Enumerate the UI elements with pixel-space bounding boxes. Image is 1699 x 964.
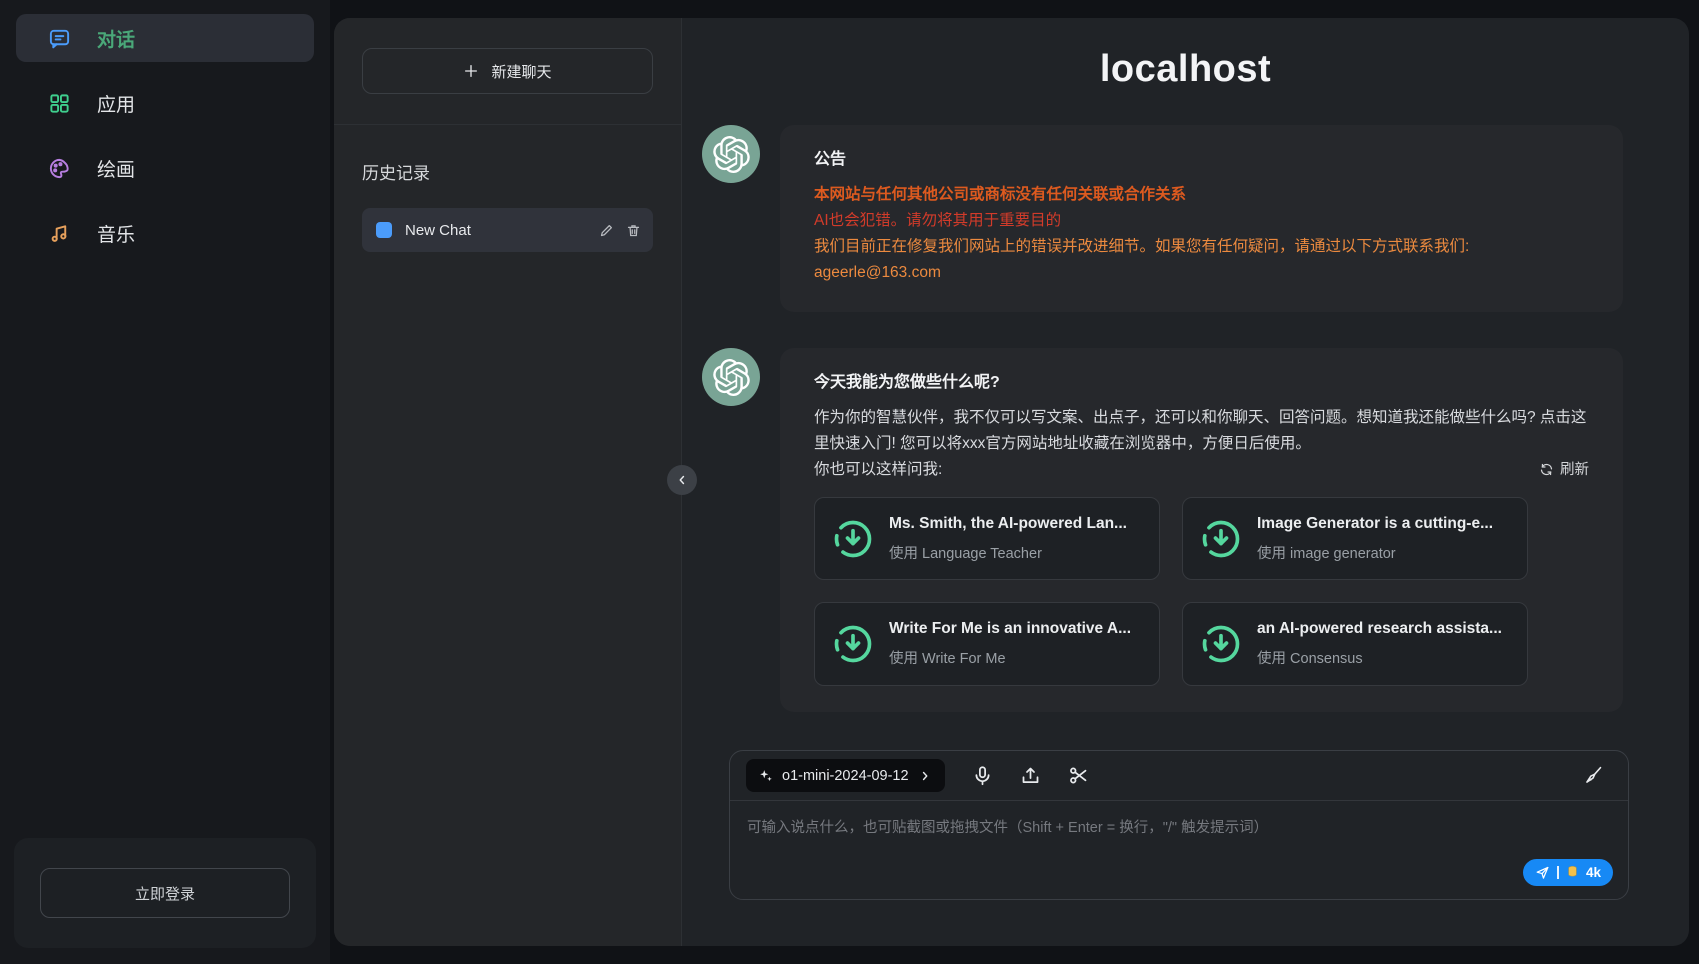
announcement-line-3: 我们目前正在修复我们网站上的错误并改进细节。如果您有任何疑问，请通过以下方式联系… — [814, 234, 1589, 260]
suggestion-card[interactable]: Write For Me is an innovative A... 使用 Wr… — [814, 602, 1160, 685]
page-title: localhost — [1100, 48, 1271, 90]
contact-email-link[interactable]: ageerle@163.com — [814, 260, 941, 286]
refresh-button[interactable]: 刷新 — [1539, 458, 1589, 482]
card-subtitle: 使用 Consensus — [1257, 647, 1502, 671]
token-count: 4k — [1586, 865, 1601, 880]
send-button[interactable]: 4k — [1523, 859, 1613, 886]
scissors-icon — [1068, 765, 1089, 786]
message-announcement: 公告 本网站与任何其他公司或商标没有任何关联或合作关系 AI也会犯错。请勿将其用… — [702, 125, 1623, 312]
refresh-label: 刷新 — [1560, 458, 1589, 482]
chevron-right-icon — [918, 769, 932, 783]
sidebar-item-music[interactable]: 音乐 — [16, 209, 314, 257]
conversation-actions — [599, 223, 641, 238]
suggestion-grid: Ms. Smith, the AI-powered Lan... 使用 Lang… — [814, 497, 1589, 686]
announcement-line-2: AI也会犯错。请勿将其用于重要目的 — [814, 208, 1589, 234]
suggestion-card[interactable]: an AI-powered research assista... 使用 Con… — [1182, 602, 1528, 685]
chat-icon — [48, 27, 71, 50]
palette-icon — [48, 157, 71, 180]
history-title: 历史记录 — [362, 159, 653, 184]
login-button[interactable]: 立即登录 — [40, 868, 290, 918]
card-texts: Image Generator is a cutting-e... 使用 ima… — [1257, 511, 1493, 566]
assistant-avatar — [702, 125, 760, 183]
download-circle-icon — [831, 622, 875, 666]
upload-button[interactable] — [1020, 765, 1041, 786]
sidebar-item-chat[interactable]: 对话 — [16, 14, 314, 62]
sidebar-item-label: 对话 — [97, 25, 135, 52]
suggestion-card[interactable]: Ms. Smith, the AI-powered Lan... 使用 Lang… — [814, 497, 1160, 580]
mic-button[interactable] — [972, 765, 993, 786]
card-title: Write For Me is an innovative A... — [889, 616, 1131, 642]
apps-icon — [48, 92, 71, 115]
new-chat-label: 新建聊天 — [491, 61, 551, 82]
music-icon — [48, 222, 71, 245]
download-circle-icon — [1199, 517, 1243, 561]
openai-logo-icon — [713, 136, 750, 173]
composer-toolbar: o1-mini-2024-09-12 — [730, 751, 1628, 801]
card-texts: an AI-powered research assista... 使用 Con… — [1257, 616, 1502, 671]
welcome-heading: 今天我能为您做些什么呢? — [814, 370, 1589, 397]
model-selector[interactable]: o1-mini-2024-09-12 — [746, 759, 945, 792]
login-card: 立即登录 — [14, 838, 316, 948]
hint-row: 你也可以这样问我: 刷新 — [814, 457, 1589, 483]
plus-icon — [463, 63, 479, 79]
download-circle-icon — [1199, 622, 1243, 666]
sidebar-item-label: 绘画 — [97, 155, 135, 182]
card-texts: Write For Me is an innovative A... 使用 Wr… — [889, 616, 1131, 671]
card-subtitle: 使用 Language Teacher — [889, 542, 1127, 566]
message-bubble: 公告 本网站与任何其他公司或商标没有任何关联或合作关系 AI也会犯错。请勿将其用… — [780, 125, 1623, 312]
conversation-title: New Chat — [405, 222, 586, 239]
collapse-sidebar-button[interactable] — [667, 465, 697, 495]
card-title: an AI-powered research assista... — [1257, 616, 1502, 642]
composer-body: 4k — [730, 801, 1628, 899]
mic-icon — [972, 765, 993, 786]
broom-icon — [1583, 765, 1604, 786]
chat-list-panel: 新建聊天 历史记录 New Chat — [334, 18, 682, 946]
announcement-line-1: 本网站与任何其他公司或商标没有任何关联或合作关系 — [814, 182, 1589, 208]
announcement-heading: 公告 — [814, 147, 1589, 174]
assistant-avatar — [702, 348, 760, 406]
conversation-color-badge — [376, 222, 392, 238]
message-input[interactable] — [730, 801, 1628, 899]
welcome-body: 作为你的智慧伙伴，我不仅可以写文案、出点子，还可以和你聊天、回答问题。想知道我还… — [814, 405, 1589, 457]
ask-hint: 你也可以这样问我: — [814, 457, 942, 483]
workspace-panel: 新建聊天 历史记录 New Chat — [334, 18, 1689, 946]
card-subtitle: 使用 Write For Me — [889, 647, 1131, 671]
card-title: Ms. Smith, the AI-powered Lan... — [889, 511, 1127, 537]
openai-logo-icon — [713, 359, 750, 396]
badge-separator — [1557, 866, 1559, 879]
download-circle-icon — [831, 517, 875, 561]
new-chat-button[interactable]: 新建聊天 — [362, 48, 653, 94]
upload-icon — [1020, 765, 1041, 786]
main-chat-area: localhost 公告 本网站与任何其他公司或商标没有任何关联或合作关系 AI… — [682, 18, 1689, 946]
composer: o1-mini-2024-09-12 — [729, 750, 1629, 900]
card-title: Image Generator is a cutting-e... — [1257, 511, 1493, 537]
sidebar: 对话 应用 绘画 音乐 立即登录 — [0, 0, 330, 964]
conversation-item[interactable]: New Chat — [362, 208, 653, 252]
main-header: localhost — [682, 18, 1689, 91]
message-list: 公告 本网站与任何其他公司或商标没有任何关联或合作关系 AI也会犯错。请勿将其用… — [682, 91, 1689, 750]
edit-icon[interactable] — [599, 223, 614, 238]
card-texts: Ms. Smith, the AI-powered Lan... 使用 Lang… — [889, 511, 1127, 566]
scissors-button[interactable] — [1068, 765, 1089, 786]
card-subtitle: 使用 image generator — [1257, 542, 1493, 566]
app-root: 对话 应用 绘画 音乐 立即登录 — [0, 0, 1699, 964]
suggestion-card[interactable]: Image Generator is a cutting-e... 使用 ima… — [1182, 497, 1528, 580]
clear-button[interactable] — [1583, 765, 1604, 786]
coins-icon — [1566, 865, 1579, 881]
message-bubble: 今天我能为您做些什么呢? 作为你的智慧伙伴，我不仅可以写文案、出点子，还可以和你… — [780, 348, 1623, 712]
sparkle-icon — [759, 769, 773, 783]
refresh-icon — [1539, 462, 1554, 477]
sidebar-item-label: 应用 — [97, 90, 135, 117]
trash-icon[interactable] — [626, 223, 641, 238]
sidebar-item-apps[interactable]: 应用 — [16, 79, 314, 127]
composer-wrap: o1-mini-2024-09-12 — [682, 750, 1689, 946]
model-label: o1-mini-2024-09-12 — [782, 768, 909, 784]
send-icon — [1535, 865, 1550, 880]
chevron-left-icon — [675, 473, 689, 487]
sidebar-item-label: 音乐 — [97, 220, 135, 247]
divider — [334, 124, 681, 125]
sidebar-item-draw[interactable]: 绘画 — [16, 144, 314, 192]
message-welcome: 今天我能为您做些什么呢? 作为你的智慧伙伴，我不仅可以写文案、出点子，还可以和你… — [702, 348, 1623, 712]
